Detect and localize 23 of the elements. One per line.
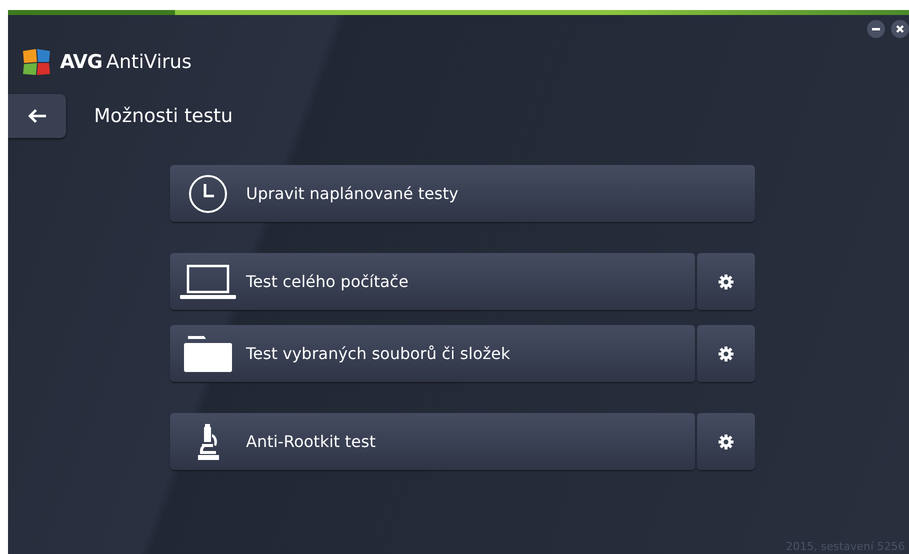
settings-icon	[718, 434, 734, 450]
scan-option-button[interactable]: Anti-Rootkit test	[170, 413, 695, 470]
settings-button[interactable]	[697, 325, 755, 382]
settings-button[interactable]	[697, 413, 755, 470]
product-name: AntiVirus	[106, 51, 192, 73]
back-arrow-icon	[27, 108, 47, 124]
microscope-icon	[196, 424, 220, 460]
page-title: Možnosti testu	[94, 105, 233, 127]
close-button[interactable]	[891, 20, 909, 38]
logo-icon	[22, 48, 52, 76]
settings-icon	[718, 346, 734, 362]
minimize-button[interactable]	[867, 20, 885, 38]
settings-icon	[718, 274, 734, 290]
folder-icon	[184, 336, 232, 372]
settings-button[interactable]	[697, 253, 755, 310]
scan-option-button[interactable]: Test celého počítače	[170, 253, 695, 310]
scan-option-button[interactable]: Test vybraných souborů či složek	[170, 325, 695, 382]
clock-icon	[188, 174, 228, 214]
laptop-icon	[180, 264, 236, 300]
close-icon	[895, 24, 905, 34]
back-button[interactable]	[8, 94, 66, 138]
scan-option-button[interactable]: Upravit naplánované testy	[170, 165, 755, 222]
brand-name: AVG	[60, 51, 102, 73]
